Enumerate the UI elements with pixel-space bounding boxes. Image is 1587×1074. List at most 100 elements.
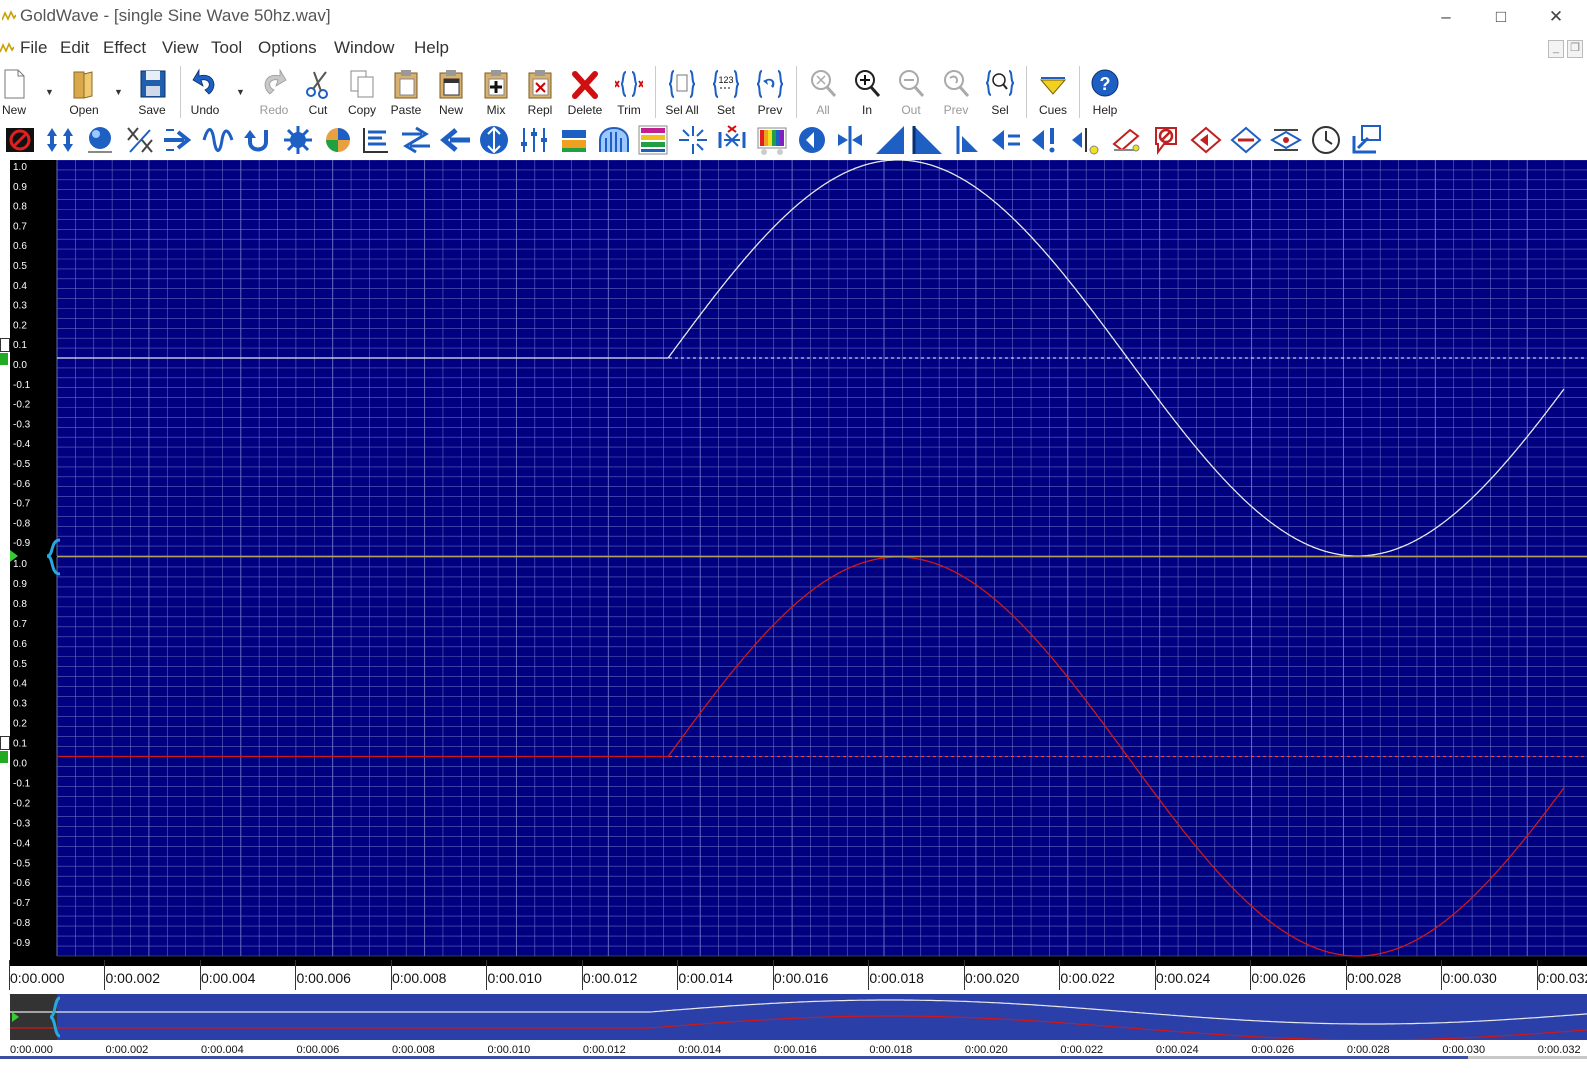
maximize-button[interactable]: □: [1486, 4, 1516, 30]
mark-left-button[interactable]: [952, 124, 984, 156]
y-tick-label: 0.7: [13, 619, 27, 630]
undo-button[interactable]: Undo: [183, 66, 227, 118]
overview-waveform[interactable]: [10, 994, 1587, 1040]
stretch-button[interactable]: [400, 124, 432, 156]
document-icon[interactable]: [0, 42, 14, 54]
channel-swap-button[interactable]: [124, 124, 156, 156]
mdi-window-controls: _ ❐: [1545, 40, 1583, 58]
time-ruler-track: [10, 960, 1587, 966]
time-tick-label: 0:00.000: [10, 970, 65, 986]
marker-red-button[interactable]: [1190, 124, 1222, 156]
sparkle-button[interactable]: [677, 124, 709, 156]
volume-down-button[interactable]: [990, 124, 1022, 156]
copy-icon: [350, 70, 374, 98]
cues-button[interactable]: Cues: [1031, 66, 1075, 118]
color-bars-button[interactable]: [756, 124, 788, 156]
time-ruler[interactable]: 0:00.000 0:00.002 0:00.004 0:00.006 0:00.008…: [0, 960, 1587, 994]
fade-button[interactable]: [558, 124, 590, 156]
open-dropdown-icon[interactable]: ▼: [114, 87, 123, 97]
menu-options[interactable]: Options: [258, 38, 317, 58]
overview-time-tick-label: 0:00.008: [391, 1044, 435, 1056]
y-tick-label: 0.9: [13, 182, 27, 193]
menu-tool[interactable]: Tool: [211, 38, 242, 58]
arrow-right-button[interactable]: [162, 124, 194, 156]
y-tick-label: 0.5: [13, 261, 27, 272]
monitor-down-button[interactable]: [1350, 124, 1382, 156]
maximize-volume-button[interactable]: [44, 124, 76, 156]
mixer-sliders-button[interactable]: [518, 124, 550, 156]
trim-button[interactable]: Trim: [607, 66, 651, 118]
zoom-selection-button[interactable]: Sel: [978, 66, 1022, 118]
minimize-button[interactable]: –: [1431, 4, 1461, 30]
overview-time-tick-label: 0:00.018: [869, 1044, 913, 1056]
menu-window[interactable]: Window: [334, 38, 394, 58]
resize-vertical-button[interactable]: [478, 124, 510, 156]
right-channel-toggle[interactable]: [0, 736, 10, 750]
left-channel-active-indicator[interactable]: [0, 353, 8, 365]
waveform-display[interactable]: 1.0 0.9 0.8 0.7 0.6 0.5 0.4 0.3 0.2 0.1 0.0 -0.1 -0.…: [0, 160, 1587, 960]
pen-edit-button[interactable]: [1110, 124, 1142, 156]
mdi-minimize-button[interactable]: _: [1548, 40, 1564, 58]
reverse-icon: [326, 128, 350, 152]
wave-button[interactable]: [202, 124, 234, 156]
reverse-button[interactable]: [322, 124, 354, 156]
volume-up-button[interactable]: [1030, 124, 1062, 156]
overview-panel[interactable]: [10, 994, 1587, 1040]
menu-effect[interactable]: Effect: [103, 38, 146, 58]
right-channel-active-indicator[interactable]: [0, 751, 8, 763]
close-button[interactable]: ✕: [1541, 4, 1571, 30]
y-tick-label: -0.8: [13, 518, 31, 529]
sphere-button[interactable]: [84, 124, 116, 156]
save-button[interactable]: Save: [130, 66, 174, 118]
previous-selection-button[interactable]: Prev: [748, 66, 792, 118]
y-tick-label: 0.6: [13, 639, 27, 650]
mix-icon: [484, 70, 508, 99]
marker-blue-button[interactable]: [1230, 124, 1262, 156]
fade-out-button[interactable]: [912, 124, 944, 156]
window-title: GoldWave - [single Sine Wave 50hz.wav]: [20, 6, 331, 25]
y-tick-label: -0.5: [13, 459, 31, 470]
new-dropdown-icon[interactable]: ▼: [45, 87, 54, 97]
open-button[interactable]: Open: [62, 66, 106, 118]
zoom-selection-icon: [986, 70, 1014, 96]
y-tick-label: 0.4: [13, 281, 27, 292]
spectrum-button[interactable]: [637, 124, 669, 156]
compress-button[interactable]: [716, 124, 748, 156]
mdi-restore-button[interactable]: ❐: [1567, 40, 1583, 58]
gear-blue-button[interactable]: [282, 124, 314, 156]
y-tick-label: 0.8: [13, 202, 27, 213]
time-tick: [581, 960, 583, 990]
speaker-button[interactable]: [796, 124, 828, 156]
no-entry-button[interactable]: [1150, 124, 1182, 156]
loop-button[interactable]: [242, 124, 274, 156]
monitor-down-icon: [1352, 125, 1381, 154]
speaker-cursor-button[interactable]: [1070, 124, 1102, 156]
undo-dropdown-icon[interactable]: ▼: [236, 87, 245, 97]
stop-effect-button[interactable]: [4, 124, 36, 156]
menu-help[interactable]: Help: [414, 38, 449, 58]
arrow-left-button[interactable]: [440, 124, 472, 156]
mark-left-icon: [956, 126, 978, 154]
clock-button[interactable]: [1310, 124, 1342, 156]
menu-view[interactable]: View: [162, 38, 199, 58]
help-button[interactable]: ? Help: [1083, 66, 1127, 118]
menu-file[interactable]: File: [20, 38, 47, 58]
marker-both-button[interactable]: [1269, 124, 1303, 156]
y-tick-label: -0.2: [13, 798, 31, 809]
cursor-split-button[interactable]: [834, 124, 866, 156]
overview-time-tick-label: 0:00.004: [200, 1044, 244, 1056]
select-all-icon: [668, 70, 696, 98]
arch-button[interactable]: [598, 124, 630, 156]
y-tick-label: -0.2: [13, 400, 31, 411]
menu-edit[interactable]: Edit: [60, 38, 89, 58]
new-label: New: [1, 103, 26, 117]
status-strip-end: [1468, 1056, 1587, 1059]
zoom-all-icon: [811, 70, 837, 97]
fade-in-button[interactable]: [874, 124, 906, 156]
equalizer-button[interactable]: [360, 124, 392, 156]
left-channel-toggle[interactable]: [0, 338, 10, 352]
zoom-previous-icon: [944, 70, 970, 97]
new-button[interactable]: New: [0, 66, 36, 118]
overview-time-tick-label: 0:00.014: [678, 1044, 722, 1056]
overview-time-tick-label: 0:00.006: [296, 1044, 340, 1056]
